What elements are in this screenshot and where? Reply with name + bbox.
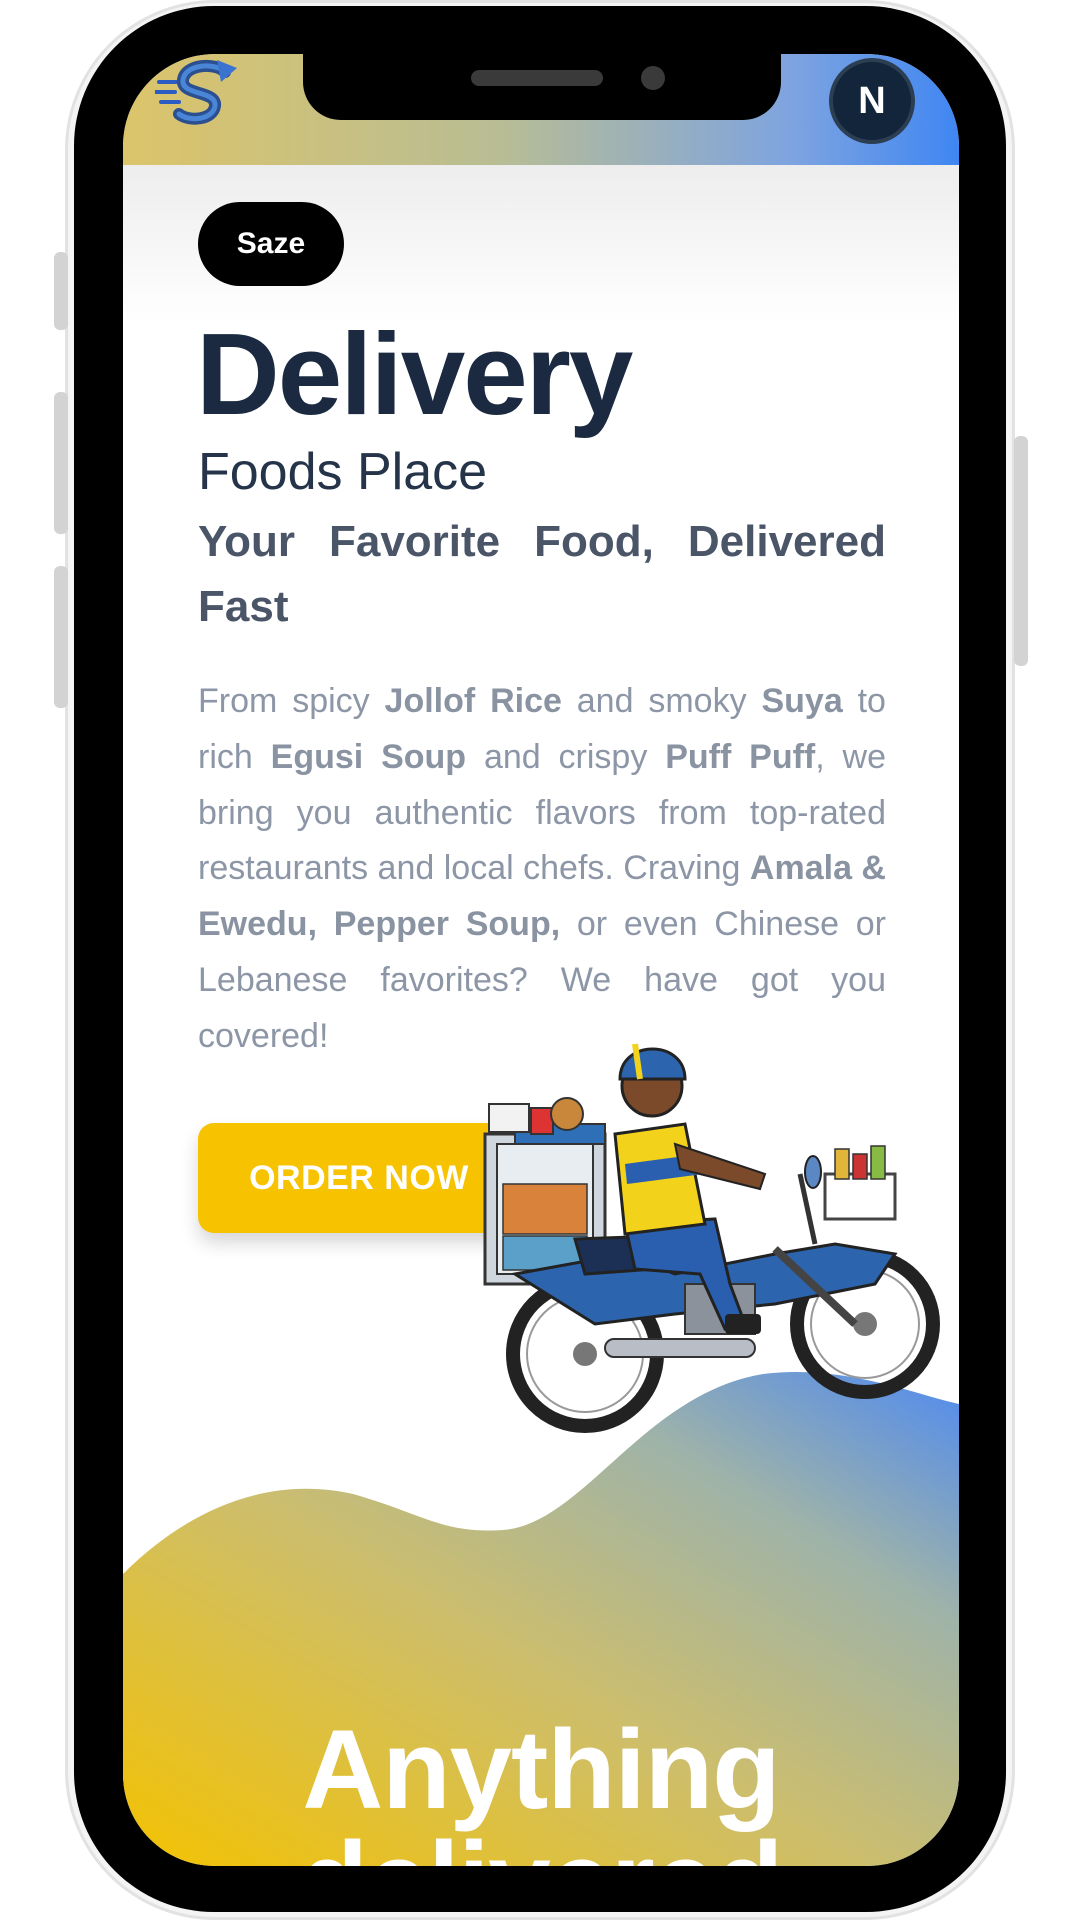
hero-title: Delivery bbox=[196, 309, 633, 439]
hero-tagline: Your Favorite Food, Delivered Fast bbox=[198, 517, 886, 631]
app-screen: N Saze Delivery Foods Place Your Favorit… bbox=[123, 54, 959, 1866]
delivery-rider-illustration bbox=[483, 1043, 940, 1433]
user-avatar[interactable]: N bbox=[829, 58, 915, 144]
brand-badge: Saze bbox=[198, 202, 344, 286]
phone-power-button bbox=[1014, 436, 1028, 666]
phone-notch bbox=[303, 48, 781, 120]
hero-subtitle: Foods Place bbox=[198, 443, 488, 501]
section-heading: Anything delivered bbox=[123, 1714, 959, 1867]
front-camera bbox=[641, 66, 665, 90]
s-logo-icon[interactable] bbox=[153, 58, 245, 130]
section-heading-line1: Anything bbox=[302, 1707, 780, 1832]
phone-volume-down-button bbox=[54, 566, 68, 708]
speaker-grille bbox=[471, 70, 603, 86]
phone-side-button bbox=[54, 252, 68, 330]
order-now-button[interactable]: ORDER NOW bbox=[198, 1123, 520, 1233]
hero-description: From spicy Jollof Rice and smoky Suya to… bbox=[198, 682, 887, 1055]
avatar-letter: N bbox=[858, 79, 886, 122]
phone-volume-up-button bbox=[54, 392, 68, 534]
section-heading-line2: delivered bbox=[123, 1826, 959, 1867]
